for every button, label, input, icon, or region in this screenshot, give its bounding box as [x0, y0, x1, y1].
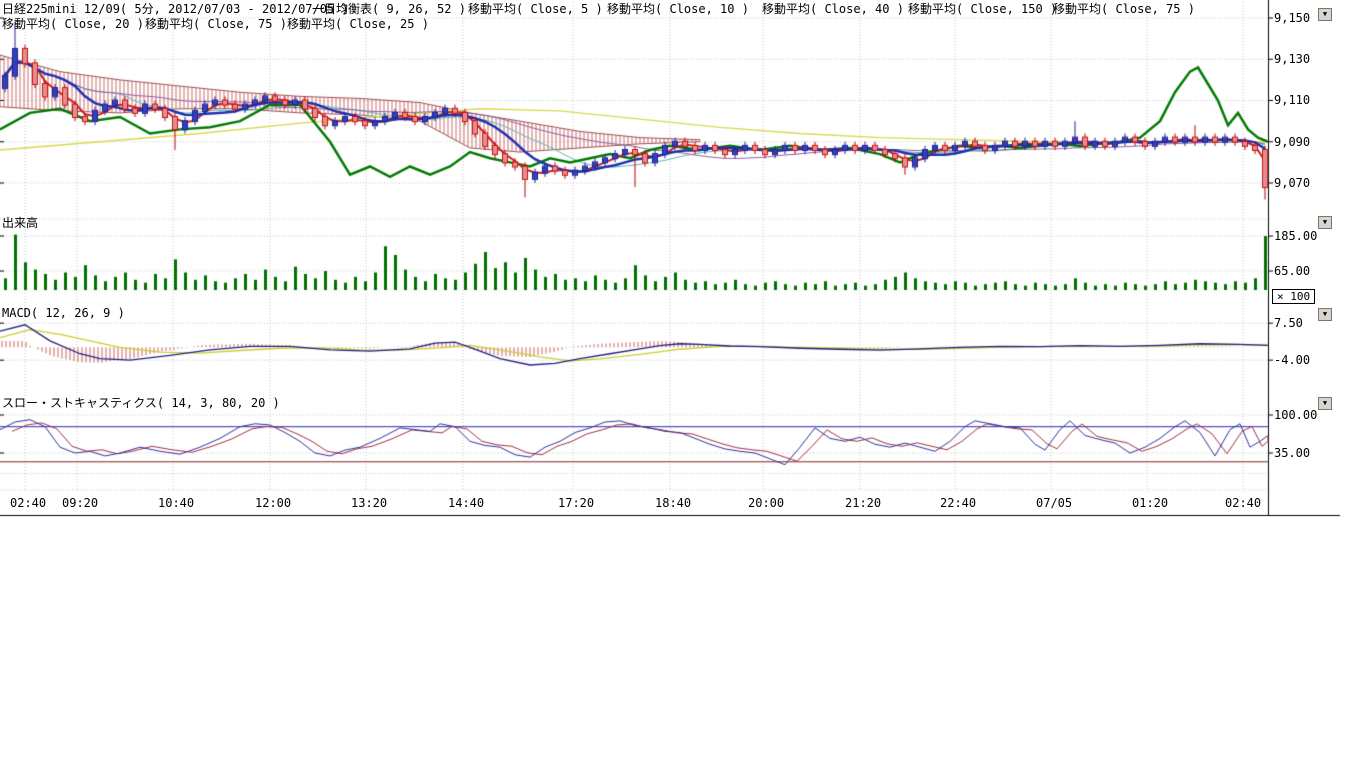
stoch-panel-dropdown-button[interactable]: ▼ — [1318, 397, 1332, 410]
chevron-down-icon: ▼ — [1323, 399, 1327, 407]
macd-axis-tick: 7.50 — [1274, 317, 1303, 330]
macd-panel-dropdown-button[interactable]: ▼ — [1318, 308, 1332, 321]
macd-axis-tick: -4.00 — [1274, 354, 1310, 367]
chevron-down-icon: ▼ — [1323, 218, 1327, 226]
time-axis-label: 13:20 — [351, 496, 387, 510]
price-axis-tick: 9,110 — [1274, 94, 1310, 107]
time-axis-label: 12:00 — [255, 496, 291, 510]
chevron-down-icon: ▼ — [1323, 310, 1327, 318]
stoch-axis-tick: 35.00 — [1274, 447, 1310, 460]
price-axis-tick: 9,150 — [1274, 12, 1310, 25]
price-axis-tick: 9,130 — [1274, 53, 1310, 66]
volume-scale-badge: × 100 — [1272, 289, 1315, 304]
price-panel-dropdown-button[interactable]: ▼ — [1318, 8, 1332, 21]
price-axis-tick: 9,070 — [1274, 177, 1310, 190]
volume-axis-tick: 185.00 — [1274, 230, 1317, 243]
chart-application: 日経225mini 12/09( 5分, 2012/07/03 - 2012/0… — [0, 0, 1366, 768]
time-axis-label: 02:40 — [1225, 496, 1261, 510]
time-axis-label: 22:40 — [940, 496, 976, 510]
time-axis-label: 02:40 — [10, 496, 46, 510]
time-axis-label: 09:20 — [62, 496, 98, 510]
time-axis-label: 14:40 — [448, 496, 484, 510]
time-axis-label: 17:20 — [558, 496, 594, 510]
time-axis-label: 01:20 — [1132, 496, 1168, 510]
chart-plot-canvas[interactable] — [0, 0, 1366, 520]
time-axis-label: 20:00 — [748, 496, 784, 510]
price-axis-tick: 9,090 — [1274, 136, 1310, 149]
time-axis-label: 07/05 — [1036, 496, 1072, 510]
time-axis-label: 10:40 — [158, 496, 194, 510]
stoch-axis-tick: 100.00 — [1274, 409, 1317, 422]
chevron-down-icon: ▼ — [1323, 10, 1327, 18]
volume-axis-tick: 65.00 — [1274, 265, 1310, 278]
time-axis-label: 18:40 — [655, 496, 691, 510]
time-axis-label: 21:20 — [845, 496, 881, 510]
volume-panel-dropdown-button[interactable]: ▼ — [1318, 216, 1332, 229]
